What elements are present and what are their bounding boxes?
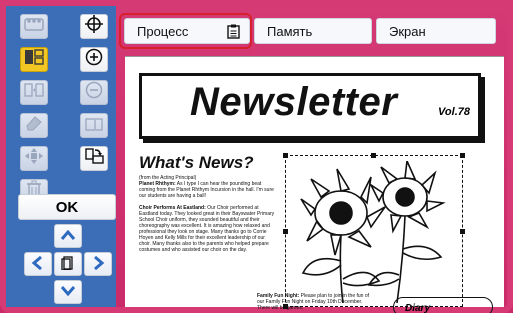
rotate-page-button[interactable] [80,146,108,171]
tab-screen[interactable]: Экран [376,18,496,44]
article-intro: (from the Acting Principal) Planet Rhthy… [139,175,275,253]
nav-left-button[interactable] [24,252,52,276]
article2-body: Our Choir performed at Eastland today. T… [139,205,275,253]
nav-down-button[interactable] [54,280,82,304]
printer-drums-button[interactable] [20,14,48,39]
tab-memory[interactable]: Память [254,18,372,44]
tab-process[interactable]: Процесс [124,18,250,44]
resize-handle[interactable] [283,229,288,234]
rotate-page-icon [84,147,104,170]
article-family-fun-night: Family Fun Night: Please plan to join in… [257,293,375,311]
zoom-in-icon [84,48,104,71]
eraser-button[interactable] [20,113,48,138]
zoom-in-button[interactable] [80,47,108,72]
tab-process-label: Процесс [137,23,189,39]
tab-memory-label: Память [267,23,313,39]
tab-screen-label: Экран [389,23,426,39]
crosshair-icon [84,15,104,38]
zoom-out-icon [84,81,104,104]
whats-new-heading: What's News? [139,153,254,172]
left-toolbar: OK [6,6,116,307]
trash-rotate-icon [84,114,104,137]
layout-grid-button[interactable] [20,47,48,72]
document-preview[interactable]: Newsletter Vol.78 What's News? (from the… [125,56,504,313]
zoom-out-button[interactable] [80,80,108,105]
move-button[interactable] [20,146,48,171]
chevron-right-icon [89,255,107,274]
clipboard-icon [227,24,240,39]
chevron-down-icon [59,283,77,302]
nav-center-button[interactable] [54,252,82,276]
nav-up-button[interactable] [54,224,82,248]
chevron-left-icon [29,255,47,274]
resize-handle[interactable] [371,153,376,158]
page-transfer-icon [24,81,44,104]
navigation-pad [22,224,116,304]
page-transfer-button[interactable] [20,80,48,105]
diary-heading: Diary [405,303,431,313]
eraser-icon [24,114,44,137]
resize-handle[interactable] [460,153,465,158]
sunflower-illustration [300,161,446,303]
trash-rotate-button[interactable] [80,113,108,138]
resize-handle[interactable] [283,153,288,158]
page-icon [59,255,77,274]
newsletter-volume: Vol.78 [438,106,470,118]
ok-button[interactable]: OK [18,194,116,220]
article-choir: Choir Performs At Eastland: Our Choir pe… [139,205,275,253]
chevron-up-icon [59,227,77,246]
article-planet-rhythm: Planet Rhthym: As I type I can hear the … [139,181,275,199]
newsletter-title-box: Newsletter Vol.78 [139,73,481,139]
newsletter-title: Newsletter [190,80,398,124]
printer-drums-icon [24,15,44,38]
crosshair-button[interactable] [80,14,108,39]
nav-right-button[interactable] [84,252,112,276]
move-icon [24,147,44,170]
resize-handle[interactable] [460,229,465,234]
layout-grid-icon [24,48,44,71]
